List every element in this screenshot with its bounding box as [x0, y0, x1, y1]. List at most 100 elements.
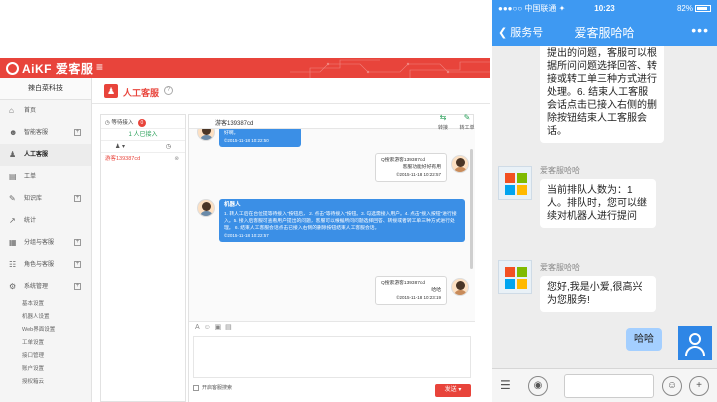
expand-icon[interactable]: +: [74, 129, 81, 136]
visitor-row[interactable]: 游客139387cd ⊗: [101, 153, 185, 165]
nav-icon: ⌂: [9, 106, 14, 115]
menu-icon[interactable]: ☰: [500, 378, 511, 392]
sidebar-subitem[interactable]: Web界面设置: [0, 324, 91, 337]
my-message: 哈哈: [626, 328, 662, 351]
nav-icon: ☻: [9, 128, 18, 137]
message-time: ©2015-11-18 10:22:57: [396, 172, 441, 177]
circuit-decoration: [290, 59, 490, 78]
sidebar-item[interactable]: ▦ 分组与客服 +: [0, 232, 91, 254]
sidebar-item-label: 人工客服: [24, 152, 49, 158]
waiting-queue-tab[interactable]: ◷ 等待接入 0 ❯: [101, 115, 195, 129]
expand-icon[interactable]: +: [74, 261, 81, 268]
visitor-message: Q搜索游客139387cd 哈哈 ©2015-11-18 10:23:19: [375, 276, 447, 305]
file-icon[interactable]: ▤: [225, 324, 232, 331]
nav-bar: ❮ 服务号 爱客服哈哈 •••: [492, 18, 717, 46]
visitor-queue: ◷ 等待接入 0 ❯ 1 人已接入 ♟ ▾ ◷ 游客139387cd ⊗: [100, 114, 195, 402]
composer-footer: 开启客服搜索 发送 ▾: [193, 384, 471, 398]
scrollbar[interactable]: [470, 149, 473, 269]
message-input[interactable]: [193, 336, 471, 378]
admin-console: AiKF 爱客服 ≡ 辣白菜科技 ⌂ 首页 ☻ 智能客服 + ♟ 人工客服 ▤ 工单 ✎ 知识库 + ↗…: [0, 0, 490, 402]
message-time: ©2015-11-18 10:22:50: [224, 138, 269, 143]
voice-icon[interactable]: ◉: [528, 376, 548, 396]
my-avatar: [678, 326, 712, 360]
sidebar: 辣白菜科技 ⌂ 首页 ☻ 智能客服 + ♟ 人工客服 ▤ 工单 ✎ 知识库 + ↗ 统计 ▦ 分组与客服 + ☷ 角…: [0, 78, 92, 402]
conversation[interactable]: 提出的问题，客服可以根据所问问题选择回答、转接或转工单三种方式进行处理。6. 结…: [492, 46, 717, 368]
windows-logo-icon: [505, 267, 527, 289]
sidebar-item[interactable]: ↗ 统计: [0, 210, 91, 232]
ticket-icon: ✎: [463, 113, 471, 122]
message-text: Q搜索游客139387cd: [381, 281, 425, 286]
sidebar-subitem[interactable]: 工单设置: [0, 337, 91, 350]
page-title: 人工客服: [123, 88, 160, 98]
brand-logo[interactable]: AiKF 爱客服: [6, 60, 93, 77]
emoji-icon[interactable]: ☺: [204, 324, 211, 331]
waiting-label: 等待接入: [111, 120, 134, 126]
nav-icon: ⚙: [9, 282, 17, 291]
clock-icon[interactable]: ◷: [166, 143, 171, 150]
user-filter-icon[interactable]: ♟ ▾: [115, 143, 125, 150]
top-bar: AiKF 爱客服 ≡: [0, 58, 490, 78]
message-time: ©2015-11-18 10:23:19: [396, 295, 441, 300]
sidebar-item-label: 分组与客服: [24, 240, 55, 246]
menu-toggle-button[interactable]: ≡: [96, 60, 103, 74]
font-icon[interactable]: A: [195, 324, 200, 331]
sidebar-subitem[interactable]: 接口管理: [0, 350, 91, 363]
windows-logo-icon: [505, 173, 527, 195]
mobile-chat: ●●●○○ 中国联通 ✦ 10:23 82% ❮ 服务号 爱客服哈哈 ••• 提…: [492, 0, 717, 402]
sidebar-item-label: 统计: [24, 218, 37, 224]
search-toggle-checkbox[interactable]: [193, 384, 199, 391]
emoji-icon[interactable]: ☺: [662, 376, 682, 396]
bot-avatar: [498, 260, 532, 294]
expand-icon[interactable]: +: [74, 195, 81, 202]
sidebar-item[interactable]: ⌂ 首页: [0, 100, 91, 122]
sidebar-item[interactable]: ☻ 智能客服 +: [0, 122, 91, 144]
agent-message: 好啊。 ©2015-11-18 10:22:50: [219, 129, 301, 147]
sidebar-item[interactable]: ▤ 工单: [0, 166, 91, 188]
to-ticket-button[interactable]: ✎ 转工单: [456, 113, 478, 132]
composer: A ☺ ▣ ▤ 开启客服搜索 发送 ▾: [189, 321, 475, 402]
input-bar: ☰ ◉ ☺ +: [492, 368, 717, 402]
composer-toolbar: A ☺ ▣ ▤: [189, 322, 475, 334]
sidebar-item-label: 工单: [24, 174, 37, 180]
sidebar-subitem[interactable]: 机器人设置: [0, 311, 91, 324]
message-field[interactable]: [564, 374, 654, 398]
transfer-button[interactable]: ⇆ 转接: [432, 114, 454, 132]
message-list[interactable]: 好啊。 ©2015-11-18 10:22:50 Q搜索游客139387cd 客…: [189, 129, 475, 321]
message-text: Q搜索游客139387cd: [381, 158, 425, 163]
nav-icon: ▦: [9, 238, 17, 247]
sidebar-subitem[interactable]: 基本设置: [0, 298, 91, 311]
visitor-message: Q搜索游客139387cd 客服功能好好有用 ©2015-11-18 10:22…: [375, 153, 447, 182]
sidebar-item-label: 智能客服: [24, 130, 49, 136]
help-icon[interactable]: ?: [164, 86, 173, 95]
sidebar-subitem[interactable]: 授权箱云: [0, 376, 91, 389]
nav-icon: ▤: [9, 172, 17, 181]
search-toggle-label: 开启客服搜索: [202, 385, 233, 391]
message-text: 1. 转人工后在台位提等待接入"按钮后， 2. 点击"等待接入"按钮。3. 勾选…: [224, 212, 457, 231]
visitor-name: 游客139387cd: [105, 156, 141, 162]
nav-icon: ☷: [9, 260, 17, 269]
expand-icon[interactable]: +: [74, 283, 81, 290]
bot-name: 爱客服哈哈: [540, 166, 580, 175]
chat-header: 游客139387cd: [189, 115, 473, 129]
sidebar-item[interactable]: ☷ 角色与客服 +: [0, 254, 91, 276]
nav-icon: ↗: [9, 216, 16, 225]
bot-message: 您好,我是小爱,很高兴为您服务!: [540, 276, 656, 312]
message-text: 好啊。: [224, 131, 239, 136]
sidebar-item[interactable]: ♟ 人工客服: [0, 144, 91, 166]
more-button[interactable]: •••: [691, 22, 709, 38]
sidebar-item[interactable]: ✎ 知识库 +: [0, 188, 91, 210]
chat-panel: 游客139387cd 好啊。 ©2015-11-18 10:22:50 Q搜索游…: [188, 114, 475, 402]
robot-message: 机器人 1. 转人工后在台位提等待接入"按钮后， 2. 点击"等待接入"按钮。3…: [219, 199, 465, 242]
message-subtext: 哈哈: [431, 288, 441, 293]
org-name: 辣白菜科技: [0, 78, 91, 100]
send-button[interactable]: 发送 ▾: [435, 384, 471, 397]
image-icon[interactable]: ▣: [215, 324, 222, 331]
logo-icon: [6, 62, 19, 75]
expand-icon[interactable]: +: [74, 239, 81, 246]
sidebar-subitem[interactable]: 账户设置: [0, 363, 91, 376]
bot-message: 当前排队人数为：1人。排队时，您可以继续对机器人进行提问: [540, 179, 656, 228]
remove-visitor-icon[interactable]: ⊗: [174, 153, 179, 165]
nav-icon: ✎: [9, 194, 16, 203]
sidebar-item[interactable]: ⚙ 系统管理 +: [0, 276, 91, 298]
add-icon[interactable]: +: [689, 376, 709, 396]
